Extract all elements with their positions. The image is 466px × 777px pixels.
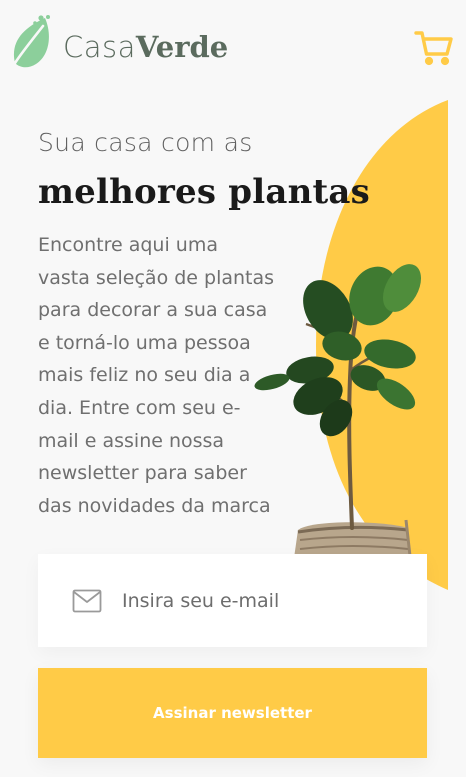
hero-description-line: mail e assine nossa <box>38 429 225 452</box>
casaverde-logo[interactable]: CasaVerde <box>12 14 228 70</box>
hero-title: melhores plantas <box>38 172 370 212</box>
hero-description-line: mais feliz no seu dia a <box>38 364 251 387</box>
envelope-icon <box>72 589 102 613</box>
hero-description-line: e torná-lo uma pessoa <box>38 331 251 354</box>
hero-description-line: para decorar a sua casa <box>38 299 268 322</box>
email-input[interactable] <box>122 580 422 621</box>
hero-description-line: vasta seleção de plantas <box>38 266 275 289</box>
hero-subtitle: Sua casa com as <box>38 128 253 157</box>
subscribe-newsletter-button[interactable]: Assinar newsletter <box>38 668 427 758</box>
brand-name-bold: Verde <box>135 30 229 64</box>
leaf-logo-icon <box>13 15 50 68</box>
brand-name: CasaVerde <box>63 33 228 62</box>
hero-description: Encontre aqui uma vasta seleção de plant… <box>38 229 284 522</box>
shopping-cart-icon[interactable] <box>414 30 454 66</box>
hero-description-line: newsletter para saber <box>38 462 247 485</box>
hero-description-line: dia. Entre com seu e- <box>38 396 241 419</box>
hero-description-line: das novidades da marca <box>38 494 271 517</box>
hero-description-line: Encontre aqui uma <box>38 234 218 256</box>
brand-name-light: Casa <box>63 30 136 64</box>
email-input-container <box>38 554 427 647</box>
landing-page: CasaVerde Sua casa com as melhores plant… <box>0 0 466 777</box>
